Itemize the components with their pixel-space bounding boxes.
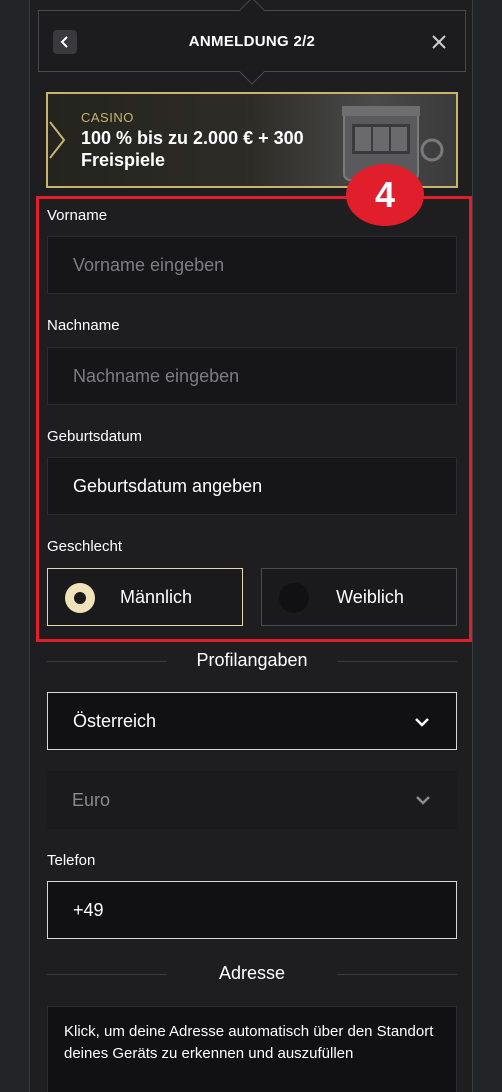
country-select[interactable]: Österreich bbox=[47, 692, 457, 750]
background-left bbox=[0, 0, 30, 1092]
header-notch-bottom bbox=[239, 59, 265, 85]
chevron-right-icon bbox=[49, 121, 66, 159]
country-value: Österreich bbox=[73, 710, 157, 731]
address-autofill-button[interactable]: Klick, um deine Adresse automatisch über… bbox=[47, 1006, 457, 1092]
currency-value: Euro bbox=[72, 789, 111, 810]
modal-title: ANMELDUNG 2/2 bbox=[188, 33, 316, 50]
first-name-input[interactable]: Vorname eingeben bbox=[47, 236, 457, 294]
profile-section-title: Profilangaben bbox=[47, 650, 457, 671]
birthdate-label: Geburtsdatum bbox=[47, 428, 143, 445]
registration-modal: ANMELDUNG 2/2 CASINO 100 % bis zu 2.000 … bbox=[29, 0, 473, 1092]
modal-header: ANMELDUNG 2/2 bbox=[38, 0, 466, 85]
chevron-down-icon bbox=[416, 796, 430, 805]
phone-value: +49 bbox=[73, 899, 104, 920]
step-number-badge: 4 bbox=[346, 164, 424, 226]
background-right bbox=[472, 0, 502, 1092]
birthdate-input[interactable]: Geburtsdatum angeben bbox=[47, 457, 457, 515]
phone-label: Telefon bbox=[47, 852, 96, 869]
currency-select[interactable]: Euro bbox=[47, 771, 457, 829]
gender-label: Geschlecht bbox=[47, 538, 123, 555]
last-name-input[interactable]: Nachname eingeben bbox=[47, 347, 457, 405]
banner-category: CASINO bbox=[81, 110, 134, 125]
chevron-down-icon bbox=[415, 718, 429, 727]
gender-option-label: Weiblich bbox=[336, 586, 404, 607]
banner-offer-line1: 100 % bis zu 2.000 € + 300 bbox=[81, 128, 304, 148]
close-icon bbox=[432, 35, 446, 49]
last-name-label: Nachname bbox=[47, 317, 120, 334]
gender-option-label: Männlich bbox=[119, 586, 193, 607]
banner-offer-line2: Freispiele bbox=[81, 150, 166, 170]
close-button[interactable] bbox=[427, 30, 451, 54]
first-name-label: Vorname bbox=[47, 207, 108, 224]
header-notch-top bbox=[239, 0, 265, 23]
gender-option-male[interactable]: Männlich bbox=[47, 568, 243, 626]
gender-option-female[interactable]: Weiblich bbox=[261, 568, 457, 626]
phone-input[interactable]: +49 bbox=[47, 881, 457, 939]
address-section-title: Adresse bbox=[47, 963, 457, 984]
